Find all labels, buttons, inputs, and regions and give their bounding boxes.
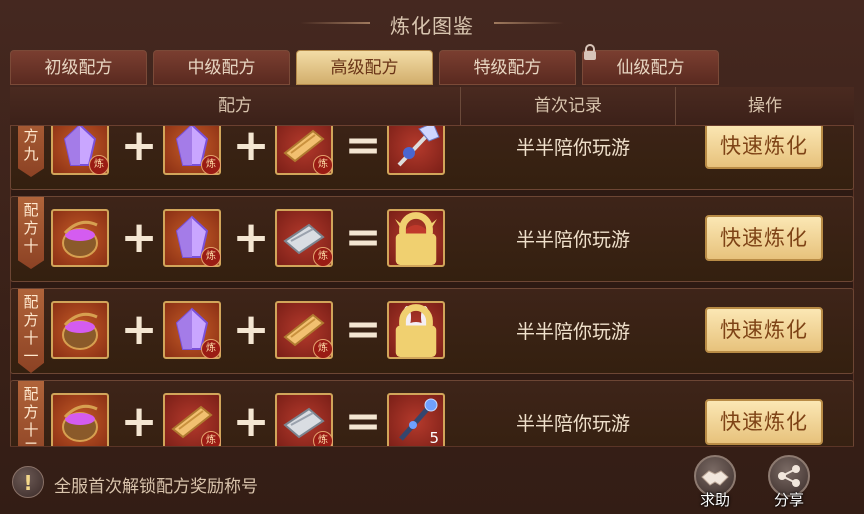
page-title: 炼化图鉴 bbox=[390, 14, 474, 38]
share-icon bbox=[778, 465, 800, 487]
handshake-icon bbox=[701, 470, 729, 486]
purple-crystal-icon[interactable]: 炼 bbox=[163, 126, 221, 175]
silver-iron-plank-icon[interactable]: 炼 bbox=[275, 393, 333, 446]
lock-icon bbox=[584, 44, 596, 60]
recipe-ribbon: 配方十 bbox=[18, 197, 44, 269]
white-rabbit-portrait-icon[interactable] bbox=[387, 301, 445, 359]
purple-potion-cauldron-icon[interactable] bbox=[51, 393, 109, 446]
quick-refine-button[interactable]: 快速炼化 bbox=[705, 399, 823, 445]
first-record-name: 半半陪你玩游 bbox=[515, 137, 630, 159]
recipe-ribbon: 配方十一 bbox=[18, 289, 44, 373]
refine-catalog-window: 炼化图鉴 初级配方 中级配方 高级配方 特级配方 仙级配方 配方 首次记录 操作… bbox=[0, 0, 864, 514]
tab-beginner[interactable]: 初级配方 bbox=[10, 50, 147, 85]
title-bar: 炼化图鉴 bbox=[0, 0, 864, 46]
purple-potion-cauldron-icon[interactable] bbox=[51, 209, 109, 267]
tab-advanced[interactable]: 高级配方 bbox=[296, 50, 433, 85]
table-row: 配方十 + 炼 + 炼 = 半半陪你玩游 快速炼化 bbox=[10, 196, 854, 282]
table-row: 配方十一 + 炼 + 炼 = 半半陪你玩游 快速炼化 bbox=[10, 288, 854, 374]
table-row: 配方九 炼 + 炼 + 炼 = 半半陪你玩游 快速炼化 bbox=[10, 126, 854, 190]
plus-icon: + bbox=[232, 396, 270, 446]
table-header: 配方 首次记录 操作 bbox=[10, 87, 854, 126]
plus-icon: + bbox=[232, 304, 270, 355]
equals-icon: = bbox=[344, 304, 382, 355]
help-button[interactable]: 求助 bbox=[688, 455, 744, 511]
plus-icon: + bbox=[120, 396, 158, 446]
quick-refine-button[interactable]: 快速炼化 bbox=[705, 307, 823, 353]
gold-wood-plank-icon[interactable]: 炼 bbox=[275, 126, 333, 175]
exclamation-icon[interactable]: ! bbox=[12, 466, 44, 498]
recipe-ribbon: 配方十二 bbox=[18, 381, 44, 446]
recipe-ribbon: 配方九 bbox=[18, 126, 44, 177]
plus-icon: + bbox=[120, 126, 158, 171]
plus-icon: + bbox=[120, 212, 158, 263]
reward-tip-text: 全服首次解锁配方奖励称号 bbox=[54, 477, 258, 497]
gold-wood-plank-icon[interactable]: 炼 bbox=[275, 301, 333, 359]
plus-icon: + bbox=[232, 126, 270, 171]
header-recipe: 配方 bbox=[218, 96, 252, 116]
quick-refine-button[interactable]: 快速炼化 bbox=[705, 215, 823, 261]
quick-refine-button[interactable]: 快速炼化 bbox=[705, 126, 823, 169]
first-record-name: 半半陪你玩游 bbox=[515, 413, 630, 435]
purple-crystal-icon[interactable]: 炼 bbox=[51, 126, 109, 175]
tab-intermediate[interactable]: 中级配方 bbox=[153, 50, 290, 85]
tab-special[interactable]: 特级配方 bbox=[439, 50, 576, 85]
equals-icon: = bbox=[344, 212, 382, 263]
share-button[interactable]: 分享 bbox=[762, 455, 818, 511]
battle-axe-icon[interactable] bbox=[387, 126, 445, 175]
header-first-record: 首次记录 bbox=[534, 96, 602, 116]
purple-crystal-icon[interactable]: 炼 bbox=[163, 301, 221, 359]
help-label: 求助 bbox=[699, 491, 730, 509]
table-row: 配方十二 + 炼 + 炼 = 5 半半陪你玩游 快速炼化 bbox=[10, 380, 854, 446]
header-action: 操作 bbox=[748, 96, 782, 116]
recipe-list[interactable]: 配方九 炼 + 炼 + 炼 = 半半陪你玩游 快速炼化 bbox=[10, 126, 854, 446]
silver-iron-plank-icon[interactable]: 炼 bbox=[275, 209, 333, 267]
equals-icon: = bbox=[344, 126, 382, 171]
purple-potion-cauldron-icon[interactable] bbox=[51, 301, 109, 359]
equals-icon: = bbox=[344, 396, 382, 446]
first-record-name: 半半陪你玩游 bbox=[515, 229, 630, 251]
title-ornament-right bbox=[494, 22, 564, 24]
blue-staff-icon[interactable]: 5 bbox=[387, 393, 445, 446]
result-quantity: 5 bbox=[429, 429, 439, 446]
first-record-name: 半半陪你玩游 bbox=[515, 321, 630, 343]
purple-crystal-icon[interactable]: 炼 bbox=[163, 209, 221, 267]
tier-tabs: 初级配方 中级配方 高级配方 特级配方 仙级配方 bbox=[10, 50, 854, 87]
horned-warrior-portrait-icon[interactable] bbox=[387, 209, 445, 267]
plus-icon: + bbox=[120, 304, 158, 355]
gold-wood-plank-icon[interactable]: 炼 bbox=[163, 393, 221, 446]
plus-icon: + bbox=[232, 212, 270, 263]
tab-immortal[interactable]: 仙级配方 bbox=[582, 50, 719, 85]
share-label: 分享 bbox=[773, 491, 804, 509]
